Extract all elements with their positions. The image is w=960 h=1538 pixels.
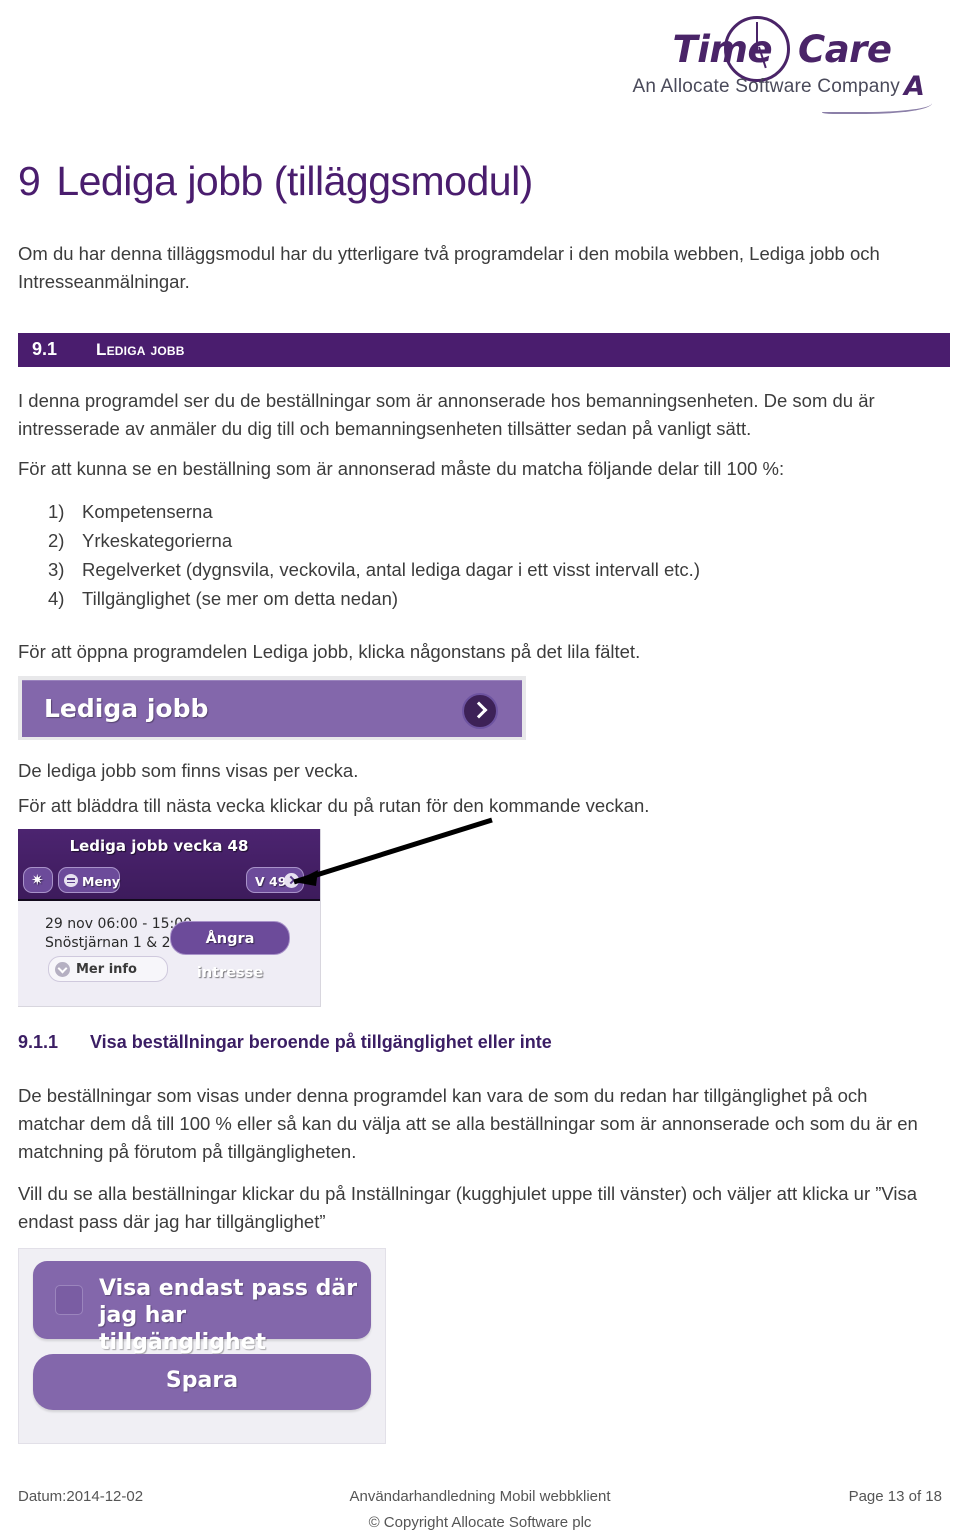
cancel-interest-button[interactable]: Ångra intresse	[170, 921, 290, 981]
week-view-header: Lediga jobb vecka 48 ✷ Meny V 49	[18, 829, 320, 901]
list-item: 1) Kompetenserna	[48, 497, 700, 526]
list-item-label: Kompetenserna	[82, 501, 213, 522]
lediga-jobb-bar-label: Lediga jobb	[44, 694, 209, 723]
logo-word-care: Care	[798, 28, 892, 71]
menu-button-label: Meny	[82, 874, 120, 889]
subsection-number: 9.1.1	[18, 1032, 59, 1052]
paragraph-availability-explanation: De beställningar som visas under denna p…	[18, 1085, 918, 1162]
section-heading-9-1: 9.1 Lediga jobb	[18, 333, 950, 367]
screenshot-week-view: Lediga jobb vecka 48 ✷ Meny V 49 29 nov …	[18, 829, 321, 1007]
availability-checkbox-label: Visa endast pass där jag har tillgänglig…	[99, 1276, 358, 1355]
save-button[interactable]: Spara	[33, 1354, 371, 1410]
settings-gear-button[interactable]: ✷	[23, 867, 53, 893]
footer-doc-title: Användarhandledning Mobil webbklient	[349, 1488, 611, 1505]
page-title-text: Lediga jobb (tilläggsmodul)	[56, 158, 533, 204]
logo-tagline: An Allocate Software Company	[632, 76, 900, 97]
list-item: 2) Yrkeskategorierna	[48, 526, 700, 555]
footer-copyright: © Copyright Allocate Software plc	[368, 1514, 592, 1531]
list-item: 3) Regelverket (dygnsvila, veckovila, ant…	[48, 555, 700, 584]
gear-icon: ✷	[31, 871, 44, 889]
list-item-marker: 4)	[48, 588, 65, 609]
footer-page: Page 13 of 18	[848, 1488, 942, 1505]
screenshot-settings: Visa endast pass där jag har tillgänglig…	[18, 1248, 386, 1444]
paragraph-intro-programdel: I denna programdel ser du de beställning…	[18, 390, 875, 439]
time-care-logo: Time Care An Allocate Software Company A	[632, 14, 932, 114]
lediga-jobb-bar[interactable]: Lediga jobb	[22, 680, 522, 737]
week-view-body: 29 nov 06:00 - 15:00 Snöstjärnan 1 & 2 Å…	[18, 901, 320, 1006]
list-item-label: Yrkeskategorierna	[82, 530, 233, 551]
save-button-label: Spara	[165, 1368, 239, 1393]
subsection-title: Visa beställningar beroende på tillgängl…	[90, 1032, 552, 1052]
chevron-right-icon	[284, 873, 299, 888]
menu-button[interactable]: Meny	[58, 867, 120, 893]
chevron-down-circle-icon	[55, 962, 70, 977]
screenshot-lediga-jobb-bar: Lediga jobb	[18, 676, 526, 740]
page-title: 9 Lediga jobb (tilläggsmodul)	[18, 158, 533, 205]
availability-checkbox[interactable]	[55, 1285, 83, 1315]
paragraph-match-100: För att kunna se en beställning som är a…	[18, 458, 785, 479]
paragraph-per-vecka: De lediga jobb som finns visas per vecka…	[18, 760, 359, 781]
list-item-label: Regelverket (dygnsvila, veckovila, antal…	[82, 559, 700, 580]
availability-filter-row[interactable]: Visa endast pass där jag har tillgänglig…	[33, 1261, 371, 1355]
week-view-title: Lediga jobb vecka 48	[69, 837, 249, 855]
chevron-right-icon[interactable]	[462, 693, 498, 729]
next-week-button[interactable]: V 49	[246, 867, 304, 893]
intro-paragraph: Om du har denna tilläggsmodul har du ytt…	[18, 243, 880, 292]
more-info-label: Mer info	[76, 962, 137, 977]
list-item-marker: 1)	[48, 501, 65, 522]
logo-swoosh-icon	[822, 96, 932, 114]
hamburger-icon	[64, 874, 78, 887]
list-item-marker: 2)	[48, 530, 65, 551]
subsection-heading-9-1-1: 9.1.1 Visa beställningar beroende på till…	[18, 1032, 552, 1053]
section-number: 9.1	[32, 339, 58, 359]
next-week-label: V 49	[255, 874, 287, 889]
list-item-marker: 3)	[48, 559, 65, 580]
list-item-label: Tillgänglighet (se mer om detta nedan)	[82, 588, 399, 609]
paragraph-blaeddra: För att bläddra till nästa vecka klickar…	[18, 795, 650, 816]
paragraph-settings-instruction: Vill du se alla beställningar klickar du…	[18, 1183, 918, 1232]
logo-wordmark: Time Care	[632, 28, 932, 71]
list-item: 4) Tillgänglighet (se mer om detta nedan)	[48, 584, 700, 613]
logo-word-time: Time	[672, 28, 773, 71]
section-title: Lediga jobb	[96, 340, 185, 359]
match-requirements-list: 1) Kompetenserna 2) Yrkeskategorierna 3) Re…	[48, 497, 700, 613]
paragraph-open-lediga-jobb: För att öppna programdelen Lediga jobb, …	[18, 641, 641, 662]
more-info-button[interactable]: Mer info	[48, 956, 168, 982]
page-title-number: 9	[18, 158, 41, 204]
